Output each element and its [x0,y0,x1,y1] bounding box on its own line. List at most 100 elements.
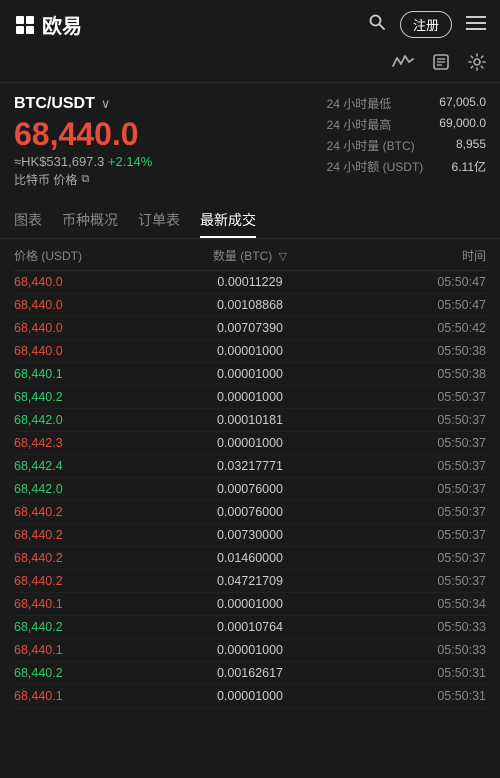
trade-price: 68,440.2 [14,505,171,519]
trade-row: 68,442.0 0.00076000 05:50:37 [14,478,486,501]
trade-qty: 0.00730000 [171,528,328,542]
trade-time: 05:50:37 [329,436,486,450]
trade-price: 68,442.0 [14,482,171,496]
trade-qty: 0.00001000 [171,643,328,657]
trade-row: 68,440.0 0.00108868 05:50:47 [14,294,486,317]
trade-price: 68,440.1 [14,643,171,657]
trade-price: 68,440.0 [14,298,171,312]
trade-rows-container: 68,440.0 0.00011229 05:50:47 68,440.0 0.… [14,271,486,708]
register-button[interactable]: 注册 [400,11,452,38]
trade-qty: 0.00001000 [171,597,328,611]
main-price: 68,440.0 [14,117,152,152]
trade-price: 68,440.0 [14,275,171,289]
trade-qty: 0.00108868 [171,298,328,312]
stat3-label: 24 小时量 (BTC) [327,137,424,154]
trade-row: 68,440.2 0.00162617 05:50:31 [14,662,486,685]
trade-row: 68,440.2 0.00010764 05:50:33 [14,616,486,639]
price-stats: 24 小时最低 67,005.0 24 小时最高 69,000.0 24 小时量… [327,95,486,175]
stat1-value: 67,005.0 [439,95,486,112]
trade-qty: 0.00076000 [171,505,328,519]
trade-row: 68,442.0 0.00010181 05:50:37 [14,409,486,432]
trade-qty: 0.00011229 [171,275,328,289]
pair-name: BTC/USDT [14,95,95,113]
stat1-label: 24 小时最低 [327,95,424,112]
trade-qty: 0.00010764 [171,620,328,634]
trade-price: 68,440.2 [14,574,171,588]
pair-arrow-icon[interactable]: ∨ [101,96,111,112]
trade-time: 05:50:33 [329,620,486,634]
trade-price: 68,440.2 [14,528,171,542]
trade-price: 68,442.0 [14,413,171,427]
logo: 欧易 [14,10,82,39]
gear-icon[interactable] [468,53,486,76]
trade-time: 05:50:38 [329,367,486,381]
trade-time: 05:50:37 [329,413,486,427]
book-icon[interactable] [432,53,450,76]
external-link-icon[interactable]: ⧉ [81,173,89,186]
stat2-value: 69,000.0 [439,116,486,133]
trade-row: 68,440.0 0.00001000 05:50:38 [14,340,486,363]
trade-price: 68,440.1 [14,689,171,703]
trade-qty: 0.00001000 [171,367,328,381]
stat4-label: 24 小时额 (USDT) [327,158,424,175]
trade-time: 05:50:31 [329,666,486,680]
trade-price: 68,440.1 [14,367,171,381]
stat4-value: 6.11亿 [439,158,486,175]
trade-qty: 0.00001000 [171,436,328,450]
trade-price: 68,440.2 [14,551,171,565]
tab-overview[interactable]: 币种概况 [62,202,118,238]
trade-row: 68,440.0 0.00707390 05:50:42 [14,317,486,340]
table-header: 价格 (USDT) 数量 (BTC) ▽ 时间 [14,239,486,271]
trade-row: 68,440.1 0.00001000 05:50:31 [14,685,486,708]
trade-price: 68,442.3 [14,436,171,450]
trade-qty: 0.00001000 [171,689,328,703]
trade-price: 68,440.2 [14,390,171,404]
tab-trades[interactable]: 最新成交 [200,202,256,238]
tab-chart[interactable]: 图表 [14,202,42,238]
trade-row: 68,440.2 0.00076000 05:50:37 [14,501,486,524]
pair-row: BTC/USDT ∨ [14,95,152,113]
trade-time: 05:50:47 [329,298,486,312]
chart-wave-icon[interactable] [392,54,414,75]
trade-qty: 0.00001000 [171,390,328,404]
trade-row: 68,440.2 0.01460000 05:50:37 [14,547,486,570]
trade-row: 68,442.4 0.03217771 05:50:37 [14,455,486,478]
trade-qty: 0.00076000 [171,482,328,496]
trade-time: 05:50:37 [329,390,486,404]
trade-row: 68,440.1 0.00001000 05:50:34 [14,593,486,616]
trade-time: 05:50:37 [329,505,486,519]
trade-qty: 0.00001000 [171,344,328,358]
trade-time: 05:50:37 [329,459,486,473]
trade-row: 68,440.1 0.00001000 05:50:38 [14,363,486,386]
trade-price: 68,440.1 [14,597,171,611]
logo-icon [14,14,36,36]
menu-icon[interactable] [466,14,486,35]
trade-price: 68,440.0 [14,321,171,335]
tab-orderbook[interactable]: 订单表 [138,202,180,238]
price-section: BTC/USDT ∨ 68,440.0 ≈HK$531,697.3 +2.14%… [0,83,500,196]
trade-time: 05:50:34 [329,597,486,611]
trade-row: 68,440.1 0.00001000 05:50:33 [14,639,486,662]
trade-row: 68,442.3 0.00001000 05:50:37 [14,432,486,455]
search-icon[interactable] [368,13,386,36]
stat3-value: 8,955 [439,137,486,154]
stat2-label: 24 小时最高 [327,116,424,133]
trade-time: 05:50:33 [329,643,486,657]
trade-time: 05:50:37 [329,574,486,588]
logo-text: 欧易 [42,10,82,39]
trade-qty: 0.00162617 [171,666,328,680]
trade-qty: 0.00010181 [171,413,328,427]
trade-row: 68,440.2 0.04721709 05:50:37 [14,570,486,593]
header: 欧易 注册 [0,0,500,49]
trade-qty: 0.04721709 [171,574,328,588]
col-price-header: 价格 (USDT) [14,247,171,264]
trade-time: 05:50:47 [329,275,486,289]
filter-icon[interactable]: ▽ [279,251,287,263]
header-right: 注册 [368,11,486,38]
trade-time: 05:50:42 [329,321,486,335]
trade-qty: 0.01460000 [171,551,328,565]
trade-time: 05:50:37 [329,482,486,496]
trade-time: 05:50:31 [329,689,486,703]
trades-table: 价格 (USDT) 数量 (BTC) ▽ 时间 68,440.0 0.00011… [0,239,500,708]
trade-price: 68,440.2 [14,620,171,634]
